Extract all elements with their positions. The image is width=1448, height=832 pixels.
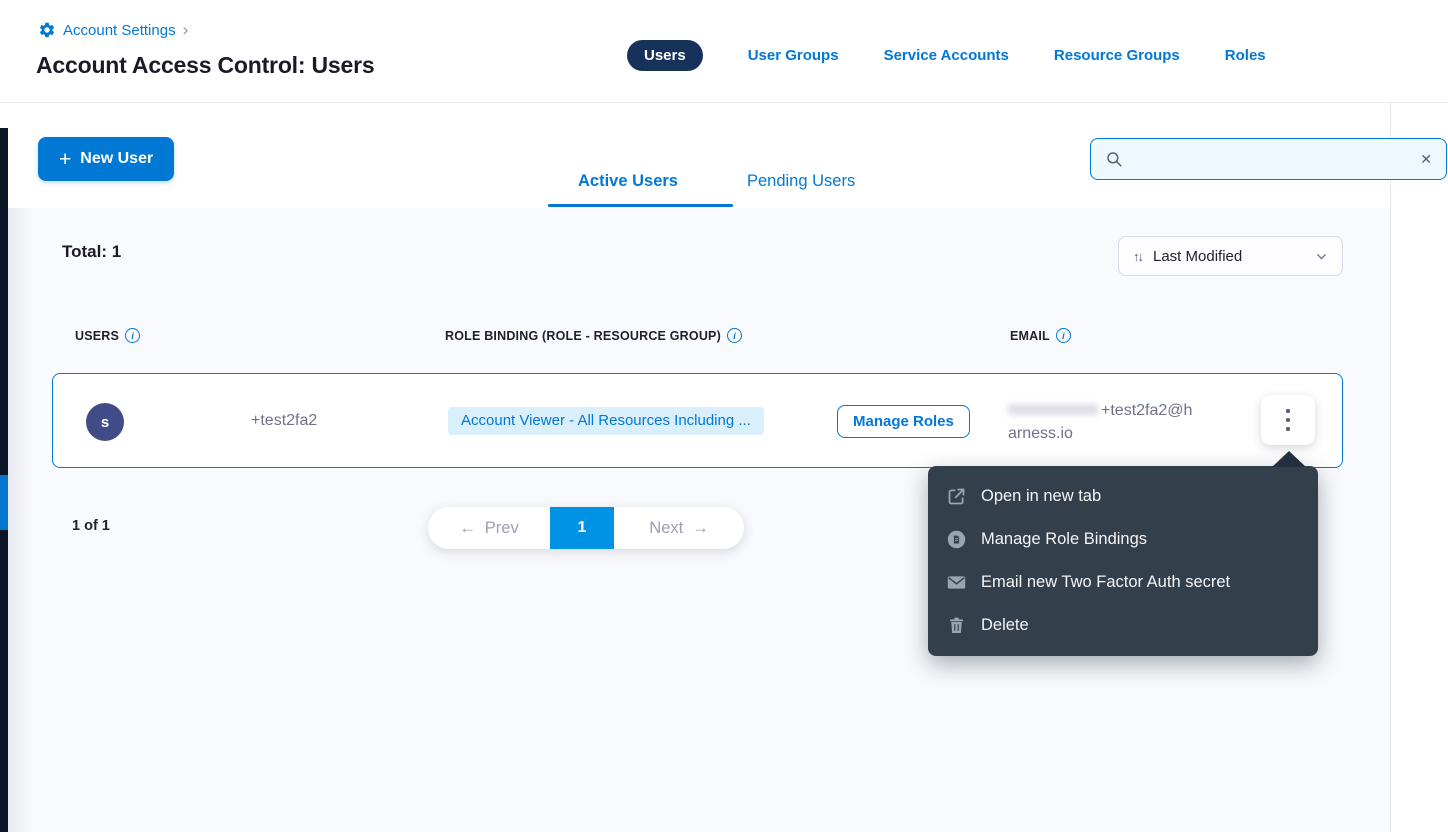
nav-item-user-groups[interactable]: User Groups bbox=[748, 47, 839, 64]
prev-page-button[interactable]: ← Prev bbox=[428, 507, 550, 549]
column-header-email: EMAIL i bbox=[1010, 328, 1071, 343]
arrow-left-icon: ← bbox=[459, 519, 476, 538]
page-header: Account Settings › Account Access Contro… bbox=[0, 0, 1448, 103]
arrow-right-icon: → bbox=[692, 519, 709, 538]
menu-item-manage-role-bindings[interactable]: Manage Role Bindings bbox=[928, 518, 1318, 561]
menu-item-open-in-new-tab[interactable]: Open in new tab bbox=[928, 475, 1318, 518]
menu-item-delete[interactable]: Delete bbox=[928, 604, 1318, 647]
sidebar-active-indicator bbox=[0, 475, 8, 530]
user-email: +test2fa2@h arness.io bbox=[1008, 399, 1258, 445]
email-secret-icon bbox=[946, 572, 967, 593]
active-tab-underline bbox=[548, 204, 733, 207]
redacted-email-prefix bbox=[1008, 404, 1098, 415]
user-name: +test2fa2 bbox=[251, 412, 317, 430]
row-context-menu: Open in new tab Manage Role Bindings Ema… bbox=[928, 466, 1318, 656]
new-user-button[interactable]: + New User bbox=[38, 137, 174, 181]
right-gutter bbox=[1390, 103, 1448, 832]
menu-item-email-two-factor-secret[interactable]: Email new Two Factor Auth secret bbox=[928, 561, 1318, 604]
nav-item-roles[interactable]: Roles bbox=[1225, 47, 1266, 64]
page-summary: 1 of 1 bbox=[72, 518, 110, 534]
nav-item-resource-groups[interactable]: Resource Groups bbox=[1054, 47, 1180, 64]
collapsed-sidebar[interactable] bbox=[0, 128, 8, 832]
top-nav: Users User Groups Service Accounts Resou… bbox=[627, 38, 1266, 72]
settings-gear-icon bbox=[38, 21, 56, 39]
column-header-role-binding: ROLE BINDING (ROLE - RESOURCE GROUP) i bbox=[445, 328, 742, 343]
account-access-control-page: Account Settings › Account Access Contro… bbox=[0, 0, 1448, 832]
total-count: Total: 1 bbox=[62, 242, 121, 262]
page-title: Account Access Control: Users bbox=[36, 52, 374, 79]
breadcrumb-account-settings[interactable]: Account Settings bbox=[63, 22, 176, 39]
page-number-1[interactable]: 1 bbox=[550, 507, 614, 549]
breadcrumb[interactable]: Account Settings › bbox=[38, 21, 188, 39]
search-input[interactable] bbox=[1133, 151, 1410, 168]
sort-dropdown[interactable]: ↑↓ Last Modified bbox=[1118, 236, 1343, 276]
next-page-button[interactable]: Next → bbox=[614, 507, 744, 549]
email-info-icon[interactable]: i bbox=[1056, 328, 1071, 343]
column-header-users: USERS i bbox=[75, 328, 140, 343]
breadcrumb-chevron-icon: › bbox=[183, 21, 189, 38]
tab-pending-users[interactable]: Pending Users bbox=[747, 172, 855, 191]
user-tabs: Active Users Pending Users bbox=[578, 172, 855, 191]
pagination: ← Prev 1 Next → bbox=[428, 507, 744, 549]
email-line-2: arness.io bbox=[1008, 425, 1073, 442]
manage-roles-button[interactable]: Manage Roles bbox=[837, 405, 970, 438]
new-user-button-label: New User bbox=[80, 150, 153, 168]
email-line-1: +test2fa2@h bbox=[1101, 402, 1192, 419]
search-icon bbox=[1105, 150, 1123, 168]
sort-dropdown-label: Last Modified bbox=[1153, 248, 1304, 265]
users-info-icon[interactable]: i bbox=[125, 328, 140, 343]
open-in-new-tab-icon bbox=[946, 486, 967, 507]
user-row[interactable]: s +test2fa2 Account Viewer - All Resourc… bbox=[52, 373, 1343, 468]
manage-role-bindings-icon bbox=[946, 529, 967, 550]
delete-icon bbox=[946, 615, 967, 636]
chevron-down-icon bbox=[1315, 250, 1328, 263]
sort-arrows-icon: ↑↓ bbox=[1133, 249, 1142, 264]
role-binding-info-icon[interactable]: i bbox=[727, 328, 742, 343]
role-binding-chip[interactable]: Account Viewer - All Resources Including… bbox=[448, 407, 764, 435]
context-menu-arrow bbox=[1272, 451, 1306, 467]
row-options-kebab-icon[interactable] bbox=[1261, 395, 1315, 445]
nav-item-service-accounts[interactable]: Service Accounts bbox=[884, 47, 1009, 64]
tab-active-users[interactable]: Active Users bbox=[578, 172, 678, 191]
avatar: s bbox=[86, 403, 124, 441]
clear-search-icon[interactable]: ✕ bbox=[1420, 152, 1432, 166]
nav-item-users[interactable]: Users bbox=[627, 40, 703, 71]
search-box[interactable]: ✕ bbox=[1090, 138, 1447, 180]
plus-icon: + bbox=[59, 149, 71, 170]
